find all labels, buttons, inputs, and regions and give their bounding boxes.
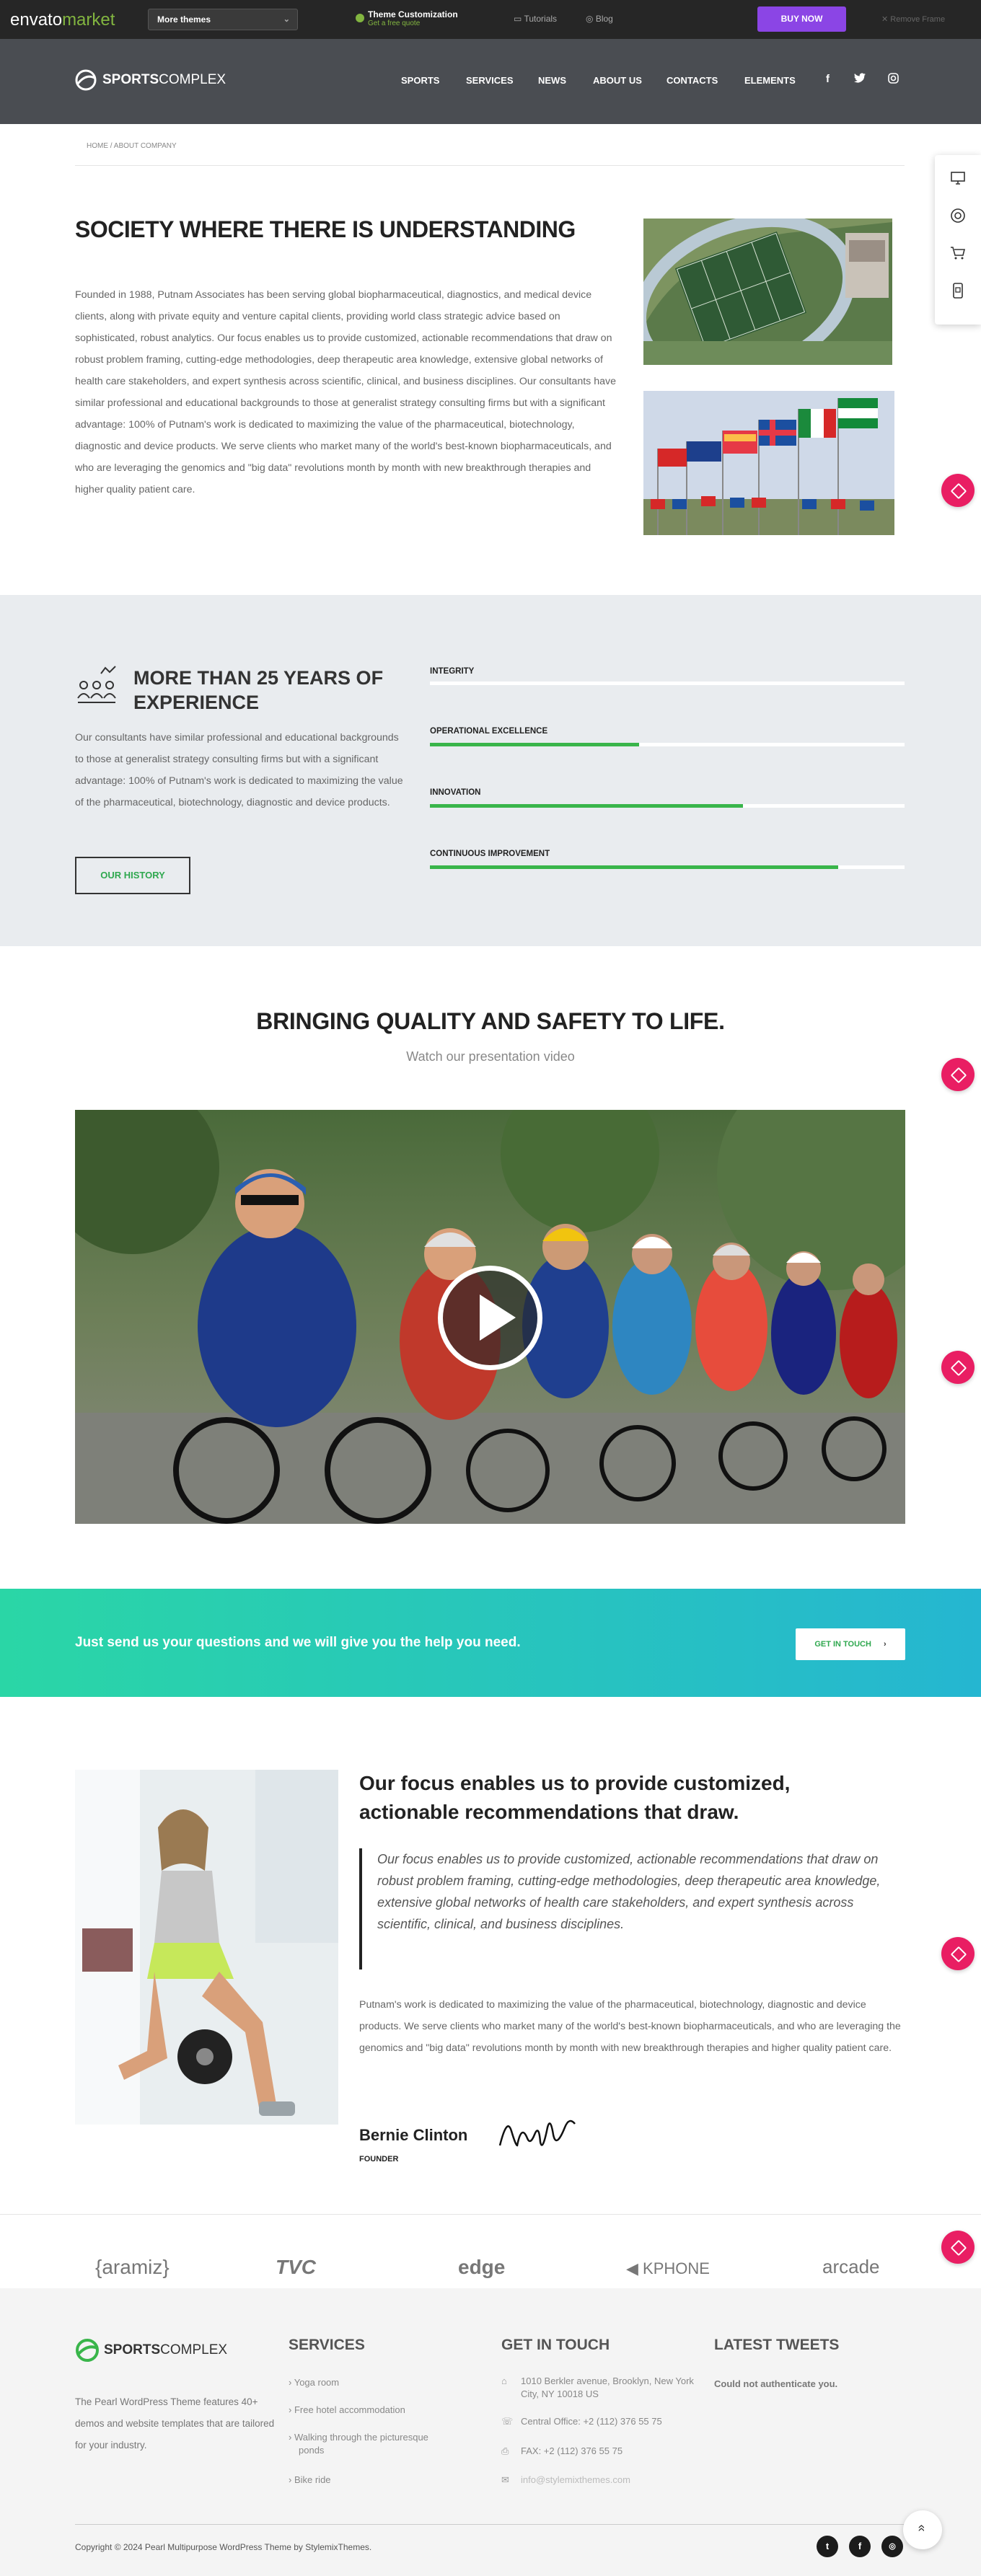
skill-bar bbox=[430, 865, 905, 869]
chevron-down-icon: ⌄ bbox=[283, 15, 290, 24]
nav-sports[interactable]: SPORTS bbox=[401, 75, 439, 86]
home-icon: ⌂ bbox=[501, 2376, 507, 2386]
footer-heading: LATEST TWEETS bbox=[714, 2337, 840, 2353]
quote-bar bbox=[359, 1848, 362, 1970]
skill-bar bbox=[430, 743, 905, 746]
skill-bar-fill bbox=[430, 804, 744, 808]
stadium-image bbox=[643, 219, 892, 365]
focus-title: Our focus enables us to provide customiz… bbox=[359, 1772, 791, 1823]
nav-elements[interactable]: ELEMENTS bbox=[744, 75, 796, 86]
footer-address: 1010 Berkler avenue, Brooklyn, New York … bbox=[521, 2376, 694, 2399]
focus-quote: Our focus enables us to provide customiz… bbox=[377, 1852, 881, 1931]
nav-services[interactable]: SERVICES bbox=[466, 75, 514, 86]
floating-layers-button[interactable] bbox=[941, 1937, 975, 1970]
client-logo-edge[interactable]: edge bbox=[458, 2256, 505, 2279]
twitter-icon[interactable]: t bbox=[817, 2536, 838, 2557]
facebook-icon[interactable]: f bbox=[849, 2536, 871, 2557]
demo-side-panel bbox=[935, 155, 981, 325]
divider bbox=[75, 2524, 905, 2525]
nav-news[interactable]: NEWS bbox=[538, 75, 566, 86]
skill-bar-fill bbox=[430, 865, 838, 869]
skill-label: INNOVATION bbox=[430, 788, 481, 797]
instagram-icon[interactable]: ◎ bbox=[881, 2536, 903, 2557]
envato-logo[interactable]: envatomarket bbox=[10, 10, 115, 30]
logo-icon bbox=[75, 69, 97, 91]
copyright: Copyright © 2024 Pearl Multipurpose Word… bbox=[75, 2542, 372, 2552]
footer-service-link[interactable]: › Walking through the picturesque ponds bbox=[289, 2431, 447, 2457]
get-in-touch-button[interactable]: GET IN TOUCH › bbox=[796, 1628, 905, 1660]
chevron-right-icon: › bbox=[884, 1640, 887, 1649]
experience-title: MORE THAN 25 YEARS OF EXPERIENCE bbox=[133, 667, 384, 713]
fax-icon: ⎙ bbox=[501, 2445, 509, 2456]
mobile-icon[interactable] bbox=[949, 282, 967, 299]
check-icon bbox=[356, 14, 364, 22]
about-text: Founded in 1988, Putnam Associates has b… bbox=[75, 289, 616, 495]
buy-now-button[interactable]: BUY NOW bbox=[757, 6, 846, 32]
floating-layers-button[interactable] bbox=[941, 2231, 975, 2264]
section-title: SOCIETY WHERE THERE IS UNDERSTANDING bbox=[75, 216, 576, 242]
cta-text: Just send us your questions and we will … bbox=[75, 1635, 521, 1650]
fitness-image bbox=[75, 1770, 338, 2125]
tweets-message: Could not authenticate you. bbox=[714, 2378, 838, 2389]
skill-label: CONTINUOUS IMPROVEMENT bbox=[430, 850, 550, 858]
phone-icon: ☏ bbox=[501, 2416, 514, 2427]
footer-logo[interactable]: SPORTS COMPLEX bbox=[75, 2338, 227, 2363]
footer-heading: SERVICES bbox=[289, 2337, 365, 2353]
site-header: SPORTS COMPLEX SPORTS SERVICES NEWS ABOUT… bbox=[0, 39, 981, 124]
skill-bar bbox=[430, 682, 905, 685]
footer-email[interactable]: info@stylemixthemes.com bbox=[521, 2474, 630, 2487]
chevron-up-icon: » bbox=[913, 2524, 928, 2532]
nav-contacts[interactable]: CONTACTS bbox=[667, 75, 718, 86]
breadcrumb[interactable]: HOME / ABOUT COMPANY bbox=[87, 142, 177, 150]
footer-heading: GET IN TOUCH bbox=[501, 2337, 610, 2353]
themes-dropdown[interactable]: More themes ⌄ bbox=[148, 9, 298, 30]
focus-text: Putnam's work is dedicated to maximizing… bbox=[359, 1999, 901, 2054]
tutorials-link[interactable]: ▭ Tutorials bbox=[514, 14, 557, 24]
footer-service-link[interactable]: › Bike ride bbox=[289, 2474, 331, 2487]
founder-name: Bernie Clinton bbox=[359, 2126, 468, 2144]
audience-icon bbox=[77, 666, 116, 703]
mail-icon: ✉ bbox=[501, 2474, 509, 2485]
flags-image bbox=[643, 391, 894, 535]
footer-fax: FAX: +2 (112) 376 55 75 bbox=[521, 2445, 623, 2456]
site-logo[interactable]: SPORTS COMPLEX bbox=[75, 69, 226, 91]
twitter-icon[interactable] bbox=[854, 73, 866, 86]
facebook-icon[interactable]: f bbox=[826, 73, 830, 85]
blog-link[interactable]: ◎ Blog bbox=[586, 14, 613, 24]
lifebuoy-icon[interactable] bbox=[949, 207, 967, 224]
video-section-subtitle: Watch our presentation video bbox=[406, 1049, 575, 1064]
floating-layers-button[interactable] bbox=[941, 474, 975, 507]
divider bbox=[0, 2214, 981, 2215]
monitor-icon[interactable] bbox=[949, 169, 967, 187]
client-logo-tvc[interactable]: TVC bbox=[276, 2256, 316, 2279]
skill-label: INTEGRITY bbox=[430, 667, 475, 676]
skill-bar-fill bbox=[430, 743, 639, 746]
footer-service-link[interactable]: › Yoga room bbox=[289, 2376, 339, 2389]
skill-bar bbox=[430, 804, 905, 808]
client-logo-aramiz[interactable]: {aramiz} bbox=[95, 2256, 170, 2279]
footer-about-text: The Pearl WordPress Theme features 40+ d… bbox=[75, 2396, 275, 2451]
our-history-button[interactable]: OUR HISTORY bbox=[75, 857, 190, 894]
skill-label: OPERATIONAL EXCELLENCE bbox=[430, 727, 548, 736]
footer-service-link[interactable]: › Free hotel accommodation bbox=[289, 2404, 405, 2417]
cart-icon[interactable] bbox=[949, 244, 967, 262]
envato-bar: envatomarket More themes ⌄ Theme Customiz… bbox=[0, 0, 981, 39]
instagram-icon[interactable] bbox=[888, 73, 899, 87]
floating-layers-button[interactable] bbox=[941, 1351, 975, 1384]
client-logo-kphone[interactable]: ◀ KPHONE bbox=[626, 2259, 710, 2278]
remove-frame-link[interactable]: ✕ Remove Frame bbox=[881, 14, 945, 24]
footer-phone: Central Office: +2 (112) 376 55 75 bbox=[521, 2416, 662, 2427]
signature-image bbox=[498, 2120, 576, 2147]
back-to-top-button[interactable]: » bbox=[903, 2510, 942, 2549]
video-section-title: BRINGING QUALITY AND SAFETY TO LIFE. bbox=[256, 1008, 725, 1034]
experience-text: Our consultants have similar professiona… bbox=[75, 732, 403, 808]
client-logo-arcade[interactable]: arcade bbox=[822, 2256, 880, 2278]
play-button[interactable] bbox=[438, 1266, 542, 1370]
nav-about-us[interactable]: ABOUT US bbox=[593, 75, 642, 86]
divider bbox=[75, 165, 905, 166]
theme-customization-link[interactable]: Theme Customization Get a free quote bbox=[356, 9, 458, 27]
logo-icon bbox=[76, 2339, 99, 2362]
founder-role: FOUNDER bbox=[359, 2155, 399, 2163]
